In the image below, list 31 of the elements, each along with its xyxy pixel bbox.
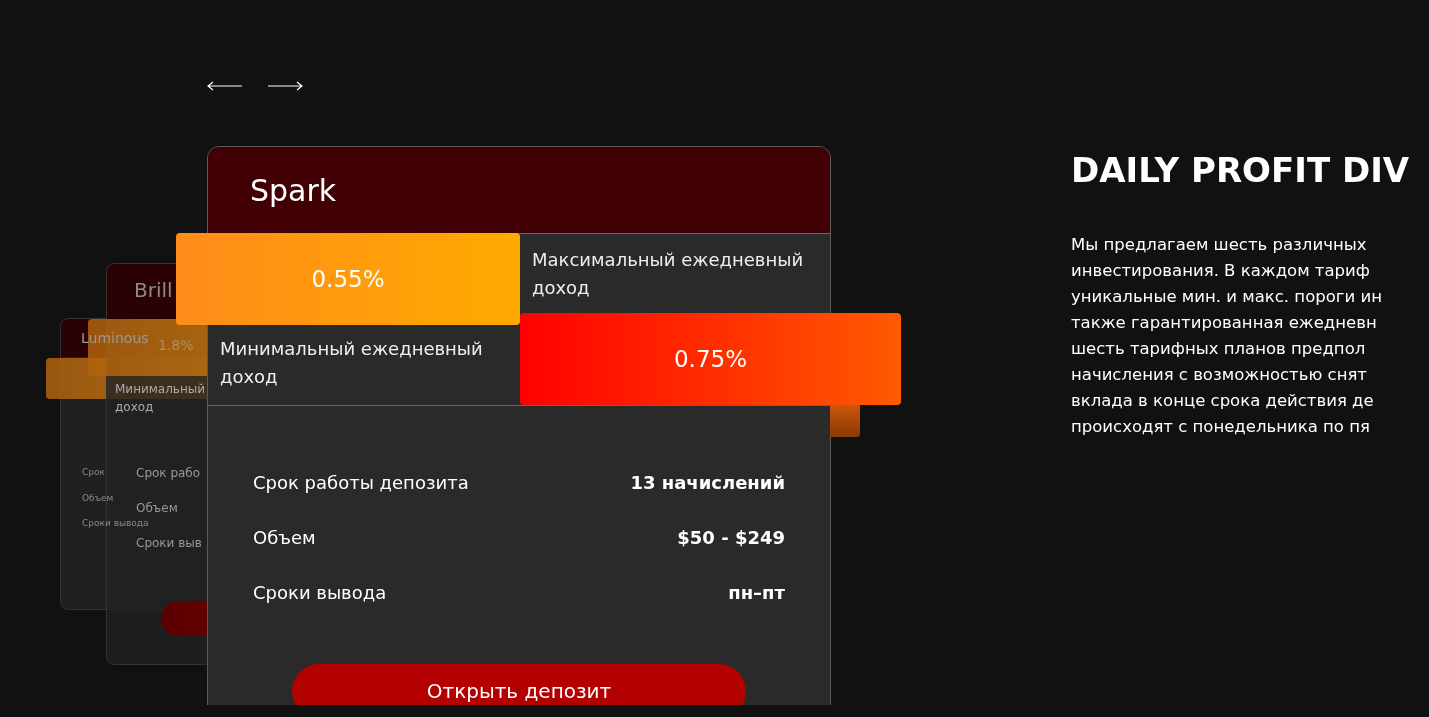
description-line: уникальные мин. и макс. пороги ин bbox=[1071, 286, 1382, 308]
detail-value: пн–пт bbox=[728, 582, 785, 603]
detail-label: Срок bbox=[82, 467, 105, 477]
rate-label: Минимальный доход bbox=[115, 381, 207, 416]
card-title: Spark bbox=[208, 147, 830, 234]
description-line: начисления с возможностью снят bbox=[1071, 364, 1367, 386]
rate-label: Максимальный ежедневный доход bbox=[531, 248, 805, 300]
detail-value: 13 начислений bbox=[630, 472, 785, 493]
detail-label: Срок работы депозита bbox=[253, 472, 469, 493]
description-line: инвестирования. В каждом тариф bbox=[1071, 260, 1370, 282]
rate-label: Минимальный ежедневный доход bbox=[219, 337, 484, 389]
detail-label: Объем bbox=[136, 501, 178, 515]
arrow-right-icon[interactable] bbox=[268, 81, 303, 91]
description-line: также гарантированная ежедневн bbox=[1071, 312, 1377, 334]
detail-label: Сроки выв bbox=[136, 536, 202, 550]
detail-label: Срок рабо bbox=[136, 466, 201, 480]
description-line: Мы предлагаем шесть различных bbox=[1071, 234, 1367, 256]
detail-label: Объем bbox=[253, 527, 316, 548]
description-line: происходят с понедельника по пя bbox=[1071, 416, 1370, 438]
arrow-left-icon[interactable] bbox=[207, 81, 242, 91]
detail-value: $50 - $249 bbox=[677, 527, 785, 548]
card-title: Brill bbox=[134, 278, 173, 302]
section-heading: DAILY PROFIT DIV bbox=[1071, 150, 1410, 190]
open-deposit-button[interactable]: Открыть депозит bbox=[292, 664, 746, 705]
description-line: шесть тарифных планов предпол bbox=[1071, 338, 1366, 360]
detail-label: Объем bbox=[82, 493, 114, 503]
description-line: вклада в конце срока действия де bbox=[1071, 390, 1374, 412]
detail-label: Сроки вывода bbox=[253, 582, 387, 603]
detail-label: Сроки вывода bbox=[82, 518, 149, 528]
rate-badge: 0.75% bbox=[520, 313, 901, 405]
rate-badge: 0.55% bbox=[176, 233, 520, 325]
